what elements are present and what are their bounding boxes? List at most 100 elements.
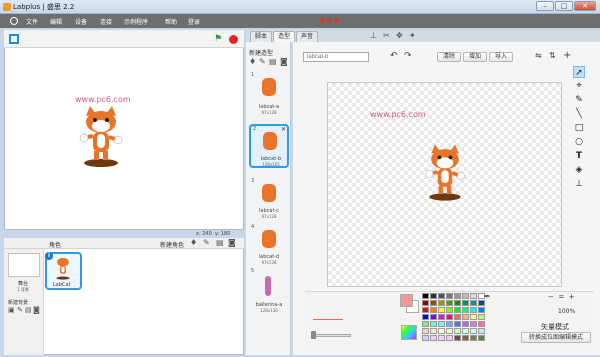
palette-swatch[interactable] [422,321,429,327]
color-palette[interactable] [422,293,485,343]
fullscreen-icon[interactable] [9,34,19,44]
menu-edit[interactable]: 编辑 [50,17,62,26]
palette-swatch[interactable] [470,328,477,334]
palette-swatch[interactable] [438,321,445,327]
palette-swatch[interactable] [430,293,437,299]
rectangle-tool-icon[interactable]: □ [573,122,585,134]
reshape-tool-icon[interactable]: ⌖ [573,80,585,92]
redo-icon[interactable]: ↷ [404,51,412,61]
tab-sounds[interactable]: 声音 [296,31,318,42]
palette-swatch[interactable] [422,300,429,306]
costume-item[interactable]: 3 labcat-c 97x128 [249,178,289,222]
select-tool-icon[interactable]: ➚ [573,66,585,78]
palette-swatch[interactable] [462,321,469,327]
upload-sprite-icon[interactable]: ▤ [216,238,224,247]
set-center-icon[interactable]: + [563,50,571,61]
tab-scripts[interactable]: 脚本 [250,31,272,42]
delete-costume-icon[interactable]: ✕ [281,126,286,133]
green-flag-icon[interactable]: ⚑ [214,35,222,44]
menu-examples[interactable]: 示例程序 [124,17,148,26]
upload-backdrop-icon[interactable]: ▤ [25,306,32,314]
palette-swatch[interactable] [446,293,453,299]
palette-swatch[interactable] [462,335,469,341]
ellipse-tool-icon[interactable]: ○ [573,136,585,148]
import-button[interactable]: 导入 [489,52,513,62]
palette-swatch[interactable] [438,328,445,334]
palette-swatch[interactable] [422,314,429,320]
palette-swatch[interactable] [430,300,437,306]
text-tool-icon[interactable]: T [573,150,585,162]
palette-swatch[interactable] [478,321,485,327]
costume-canvas-image[interactable] [422,143,468,203]
palette-swatch[interactable] [454,335,461,341]
palette-swatch[interactable] [446,321,453,327]
backdrop-camera-icon[interactable]: ◙ [33,306,40,314]
paint-costume-icon[interactable]: ✎ [259,57,266,66]
eyedropper-icon[interactable]: ✒ [484,292,491,301]
clear-button[interactable]: 清除 [437,52,461,62]
palette-swatch[interactable] [462,293,469,299]
info-icon[interactable]: i [45,252,53,260]
costume-camera-icon[interactable]: ◙ [280,57,288,66]
undo-icon[interactable]: ↶ [390,51,398,61]
stamp-tool-icon[interactable]: ⊥ [573,178,585,190]
palette-swatch[interactable] [454,307,461,313]
line-width-knob[interactable] [311,331,316,339]
palette-swatch[interactable] [454,293,461,299]
palette-swatch[interactable] [478,335,485,341]
zoom-out-icon[interactable]: − [548,293,554,301]
palette-swatch[interactable] [478,314,485,320]
line-tool-icon[interactable]: ╲ [573,108,585,120]
costume-name-input[interactable] [303,52,369,62]
palette-swatch[interactable] [470,314,477,320]
menu-device[interactable]: 设备 [75,17,87,26]
palette-swatch[interactable] [422,328,429,334]
palette-swatch[interactable] [422,307,429,313]
palette-swatch[interactable] [478,307,485,313]
maximize-button[interactable]: □ [555,1,573,11]
palette-swatch[interactable] [454,328,461,334]
palette-swatch[interactable] [446,300,453,306]
line-width-slider[interactable] [311,334,351,337]
menu-login[interactable]: 登录 [188,17,200,26]
palette-swatch[interactable] [446,335,453,341]
menu-file[interactable]: 文件 [26,17,38,26]
palette-swatch[interactable] [462,307,469,313]
palette-swatch[interactable] [462,314,469,320]
palette-swatch[interactable] [478,328,485,334]
close-button[interactable]: ✕ [574,1,596,11]
palette-swatch[interactable] [430,314,437,320]
palette-swatch[interactable] [438,314,445,320]
palette-swatch[interactable] [462,328,469,334]
minimize-button[interactable]: – [536,1,554,11]
palette-swatch[interactable] [438,293,445,299]
menu-help[interactable]: 帮助 [165,17,177,26]
color-picker-gradient[interactable] [401,325,417,340]
palette-swatch[interactable] [430,335,437,341]
palette-swatch[interactable] [462,300,469,306]
fill-tool-icon[interactable]: ◈ [573,164,585,176]
costume-item[interactable]: 5 ballerina-a 128x130 [249,268,289,313]
palette-swatch[interactable] [470,293,477,299]
palette-swatch[interactable] [446,328,453,334]
costume-item[interactable]: 1 labcat-a 97x128 [249,72,289,116]
palette-swatch[interactable] [438,335,445,341]
palette-swatch[interactable] [446,314,453,320]
palette-swatch[interactable] [470,321,477,327]
palette-swatch[interactable] [454,321,461,327]
flip-vertical-icon[interactable]: ⇅ [549,51,556,60]
labcat-sprite-image[interactable] [76,106,126,168]
stage-thumbnail[interactable] [8,253,40,277]
palette-swatch[interactable] [470,335,477,341]
backdrop-library-icon[interactable]: ▣ [8,306,15,314]
paint-backdrop-icon[interactable]: ✎ [17,306,23,314]
palette-swatch[interactable] [438,300,445,306]
convert-to-bitmap-button[interactable]: 转换成位图编辑模式 [521,332,591,343]
palette-swatch[interactable] [446,307,453,313]
shrink-icon[interactable]: ✦ [409,31,416,40]
upload-costume-icon[interactable]: ▤ [269,57,277,66]
language-globe-icon[interactable] [10,17,18,25]
grow-icon[interactable]: ✥ [396,31,403,40]
zoom-reset-icon[interactable]: = [558,293,564,301]
stamp-icon[interactable]: ⊥ [370,31,377,40]
